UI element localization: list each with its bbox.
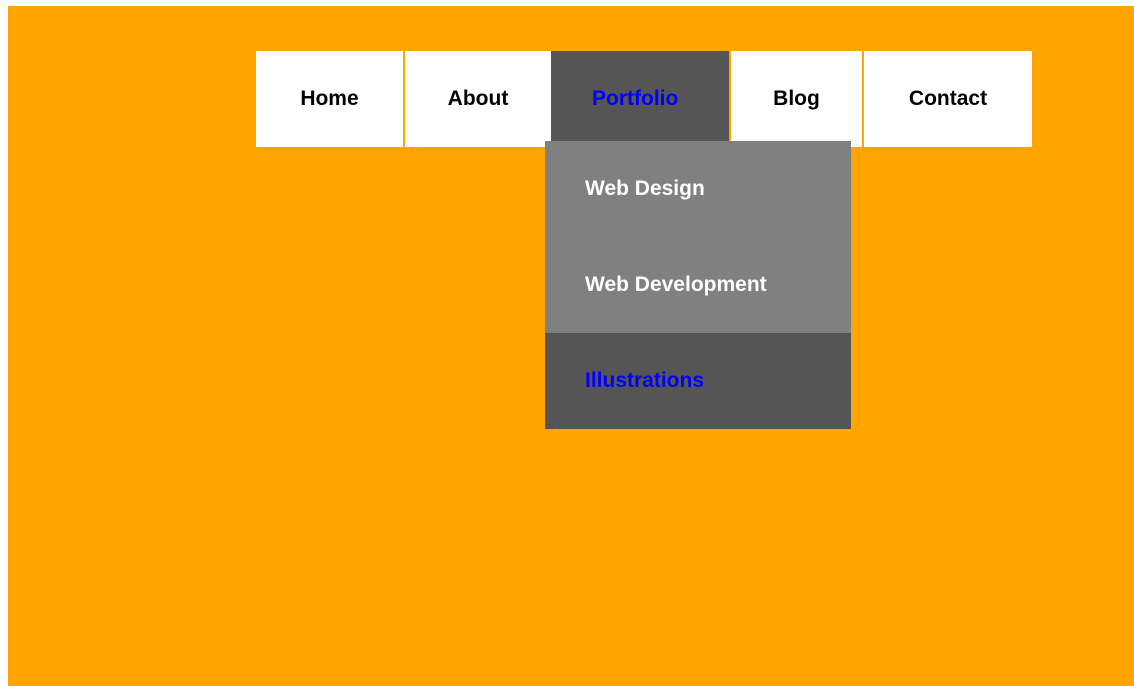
nav-item-label: About [447,87,509,110]
dropdown-item-illustrations[interactable]: Illustrations [545,333,851,429]
dropdown-item-label: Web Design [585,177,705,200]
nav-item-portfolio[interactable]: Portfolio [551,51,729,147]
dropdown-item-label: Web Development [585,273,767,296]
portfolio-dropdown-menu: Web Design Web Development Illustrations [545,141,851,429]
main-nav: Home About Portfolio Blog Contact [256,51,1032,147]
nav-item-label: Blog [773,87,820,110]
nav-item-about[interactable]: About [403,51,551,147]
nav-item-home[interactable]: Home [256,51,403,147]
nav-item-contact[interactable]: Contact [862,51,1032,147]
nav-item-label: Portfolio [592,87,679,110]
nav-item-blog[interactable]: Blog [729,51,862,147]
dropdown-item-web-development[interactable]: Web Development [545,237,851,333]
dropdown-item-web-design[interactable]: Web Design [545,141,851,237]
nav-item-label: Contact [908,87,988,110]
nav-item-label: Home [300,87,359,110]
dropdown-item-label: Illustrations [585,369,705,392]
